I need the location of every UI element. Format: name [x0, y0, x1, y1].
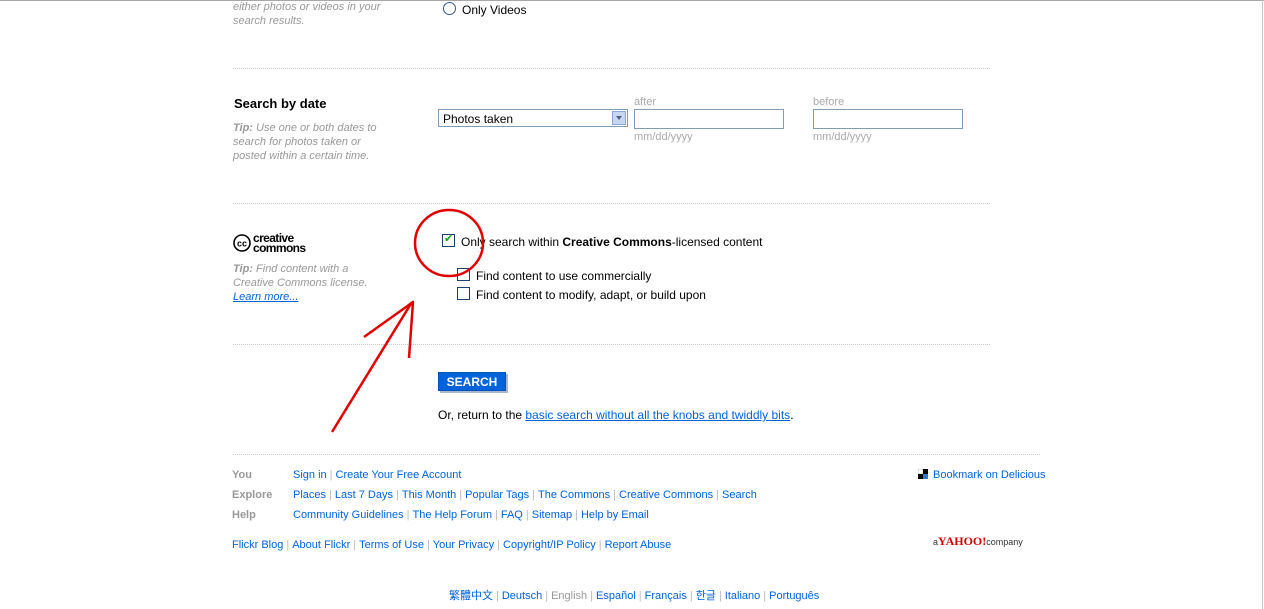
lang-pt[interactable]: Português: [769, 590, 819, 602]
learn-more-link[interactable]: Learn more...: [233, 291, 298, 303]
this-month-link[interactable]: This Month: [402, 489, 456, 501]
yahoo-company-logo: aYAHOO!company: [933, 534, 1023, 548]
only-videos-label: Only Videos: [462, 3, 527, 17]
basic-search-link[interactable]: basic search without all the knobs and t…: [525, 408, 790, 422]
community-guidelines-link[interactable]: Community Guidelines: [293, 509, 404, 521]
date-tip-text: Use one or both dates to search for phot…: [233, 122, 377, 162]
lang-it[interactable]: Italiano: [725, 590, 760, 602]
only-videos-radio[interactable]: [443, 2, 456, 15]
svg-text:cc: cc: [237, 239, 247, 249]
highlight-circle: [413, 208, 485, 278]
after-date-format: mm/dd/yyyy: [634, 131, 693, 143]
after-date-input[interactable]: [634, 109, 784, 129]
flickr-blog-link[interactable]: Flickr Blog: [232, 539, 283, 551]
bookmark-delicious-link[interactable]: Bookmark on Delicious: [933, 469, 1046, 481]
lang-ko[interactable]: 한글: [696, 590, 716, 602]
date-tip: Tip: Use one or both dates to search for…: [233, 121, 393, 163]
places-link[interactable]: Places: [293, 489, 326, 501]
copyright-policy-link[interactable]: Copyright/IP Policy: [503, 539, 596, 551]
lang-de[interactable]: Deutsch: [502, 590, 542, 602]
your-privacy-link[interactable]: Your Privacy: [433, 539, 494, 551]
arrow-shaft: [330, 301, 414, 433]
search-link[interactable]: Search: [722, 489, 757, 501]
about-flickr-link[interactable]: About Flickr: [292, 539, 350, 551]
commercial-label: Find content to use commercially: [476, 269, 652, 283]
sign-in-link[interactable]: Sign in: [293, 469, 327, 481]
lang-en-current: English: [551, 590, 588, 602]
the-commons-link[interactable]: The Commons: [538, 489, 610, 501]
footer-you-row: You Sign in | Create Your Free Account: [232, 469, 462, 481]
report-abuse-link[interactable]: Report Abuse: [605, 539, 672, 551]
delicious-icon: [917, 468, 928, 479]
svg-text:commons: commons: [253, 241, 306, 254]
creative-commons-logo: cc creative commons: [233, 231, 328, 255]
lang-fr[interactable]: Français: [645, 590, 687, 602]
date-section-heading: Search by date: [234, 96, 327, 111]
cc-icon: cc creative commons: [233, 231, 307, 255]
footer-explore-row: Explore Places | Last 7 Days | This Month | Pop…: [232, 489, 757, 501]
only-cc-label: Only search within Creative Commons-lice…: [461, 235, 763, 249]
lang-es[interactable]: Español: [596, 590, 636, 602]
date-type-select[interactable]: Photos taken: [438, 109, 628, 127]
bookmark-delicious[interactable]: Bookmark on Delicious: [917, 468, 1046, 482]
help-by-email-link[interactable]: Help by Email: [581, 509, 649, 521]
date-type-value: Photos taken: [443, 112, 514, 126]
date-tip-label: Tip:: [233, 122, 253, 134]
last-7-days-link[interactable]: Last 7 Days: [335, 489, 393, 501]
section-divider: [233, 68, 990, 69]
footer-you-label: You: [232, 469, 252, 481]
terms-of-use-link[interactable]: Terms of Use: [359, 539, 424, 551]
modify-label: Find content to modify, adapt, or build …: [476, 288, 706, 302]
before-label: before: [813, 96, 845, 108]
help-forum-link[interactable]: The Help Forum: [413, 509, 492, 521]
before-date-input[interactable]: [813, 109, 963, 129]
red-annotation-overlay: [330, 208, 485, 433]
top-border: [0, 0, 1264, 1]
create-account-link[interactable]: Create Your Free Account: [336, 469, 462, 481]
faq-link[interactable]: FAQ: [501, 509, 523, 521]
language-selector: 繁體中文 | Deutsch | English | Español | Français | 한글…: [449, 590, 820, 602]
before-date-format: mm/dd/yyyy: [813, 131, 872, 143]
after-label: after: [634, 96, 657, 108]
sitemap-link[interactable]: Sitemap: [532, 509, 572, 521]
creative-commons-link[interactable]: Creative Commons: [619, 489, 713, 501]
footer-help-label: Help: [232, 509, 256, 521]
cc-tip-label: Tip:: [233, 263, 253, 275]
footer-explore-label: Explore: [232, 489, 273, 501]
footer-bottom-links: Flickr Blog | About Flickr | Terms of Use | Yo…: [232, 539, 672, 551]
popular-tags-link[interactable]: Popular Tags: [465, 489, 529, 501]
chevron-down-icon[interactable]: [612, 111, 626, 125]
media-tip: either photos or videos in your search r…: [233, 1, 381, 27]
scrollbar-edge: [1262, 0, 1263, 609]
footer-divider: [233, 454, 1040, 455]
lang-zh-tw[interactable]: 繁體中文: [449, 590, 493, 602]
footer-help-row: Help Community Guidelines | The Help Forum |…: [232, 509, 649, 521]
